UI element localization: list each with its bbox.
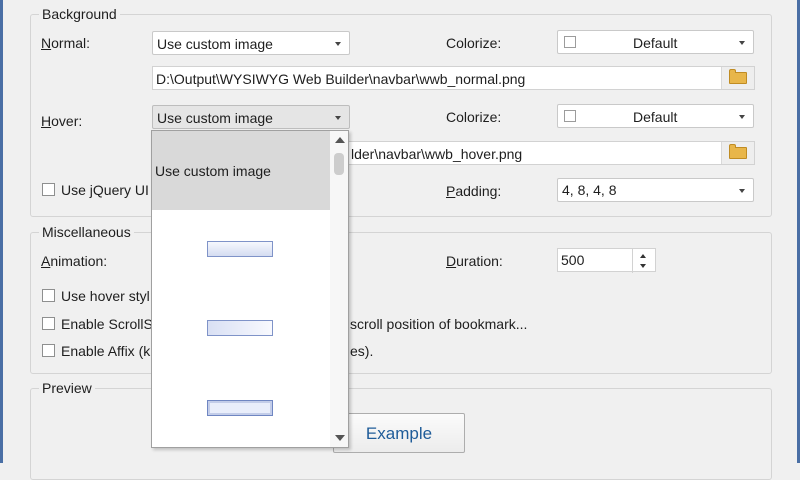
scrollbar-thumb[interactable] (334, 153, 344, 175)
list-item[interactable] (152, 289, 330, 368)
list-item[interactable] (152, 210, 330, 289)
enable-affix-label-rest: es). (350, 343, 374, 359)
normal-image-path-value: D:\Output\WYSIWYG Web Builder\navbar\wwb… (156, 71, 526, 87)
chevron-down-icon (739, 41, 745, 45)
padding-select[interactable]: 4, 8, 4, 8 (557, 178, 754, 202)
colorize-hover-select[interactable]: Default (557, 104, 754, 128)
folder-icon (729, 144, 747, 159)
normal-label: Normal: (41, 35, 91, 51)
use-jquery-ui-checkbox[interactable] (42, 183, 55, 196)
window-frame-left (0, 0, 3, 463)
color-swatch-icon (564, 36, 576, 48)
chevron-down-icon (335, 42, 341, 46)
hover-style-checkbox[interactable] (42, 289, 55, 302)
duration-spin-buttons[interactable] (632, 249, 655, 273)
browse-hover-button[interactable] (721, 142, 754, 164)
hover-label: Hover: (41, 113, 83, 129)
colorize-normal-select[interactable]: Default (557, 30, 754, 54)
list-item[interactable] (152, 368, 330, 447)
padding-value: 4, 8, 4, 8 (562, 182, 617, 198)
example-preview-label: Example (365, 424, 433, 443)
preview-group-title: Preview (39, 380, 95, 396)
button-style-preview-1 (207, 241, 273, 257)
browse-normal-button[interactable] (721, 67, 754, 89)
miscellaneous-group-title: Miscellaneous (39, 224, 134, 240)
color-swatch-icon (564, 110, 576, 122)
chevron-down-icon (739, 189, 745, 193)
colorize-hover-value: Default (633, 109, 678, 125)
padding-label: Padding: (446, 183, 502, 199)
enable-scrollspy-label: Enable ScrollS (61, 316, 153, 332)
list-item-label: Use custom image (155, 163, 271, 179)
list-item[interactable]: Use custom image (152, 131, 330, 210)
enable-affix-label: Enable Affix (k (61, 343, 151, 359)
scroll-up-icon[interactable] (335, 137, 345, 143)
enable-scrollspy-label-rest: scroll position of bookmark... (350, 316, 528, 332)
use-jquery-ui-label: Use jQuery UI (61, 182, 149, 198)
enable-scrollspy-checkbox[interactable] (42, 317, 55, 330)
colorize-label: Colorize: (446, 35, 502, 51)
example-preview-button[interactable]: Example (333, 413, 465, 453)
spin-down-icon[interactable] (640, 264, 646, 268)
normal-image-select-value: Use custom image (157, 36, 273, 52)
background-group-title: Background (39, 6, 120, 22)
folder-icon (729, 69, 747, 84)
dropdown-scrollbar[interactable] (330, 131, 348, 447)
spin-up-icon[interactable] (640, 254, 646, 258)
button-style-preview-3 (207, 400, 273, 416)
duration-label: Duration: (446, 253, 503, 269)
button-style-preview-2 (207, 320, 273, 336)
normal-image-path-field[interactable]: D:\Output\WYSIWYG Web Builder\navbar\wwb… (152, 66, 755, 90)
enable-affix-checkbox[interactable] (42, 344, 55, 357)
colorize-normal-value: Default (633, 35, 678, 51)
hover-image-path-value: lder\navbar\wwb_hover.png (351, 146, 523, 162)
animation-label: Animation: (41, 253, 108, 269)
scroll-down-icon[interactable] (335, 435, 345, 441)
hover-style-label: Use hover styl (61, 288, 150, 304)
duration-stepper[interactable]: 500 (557, 248, 656, 273)
normal-image-select[interactable]: Use custom image (152, 31, 350, 55)
hover-image-dropdown-list[interactable]: Use custom image (151, 130, 349, 448)
hover-image-select-value: Use custom image (157, 110, 273, 126)
chevron-down-icon (335, 116, 341, 120)
duration-value: 500 (561, 252, 585, 268)
hover-image-select[interactable]: Use custom image (152, 105, 350, 129)
chevron-down-icon (739, 115, 745, 119)
colorize-hover-label: Colorize: (446, 109, 502, 125)
